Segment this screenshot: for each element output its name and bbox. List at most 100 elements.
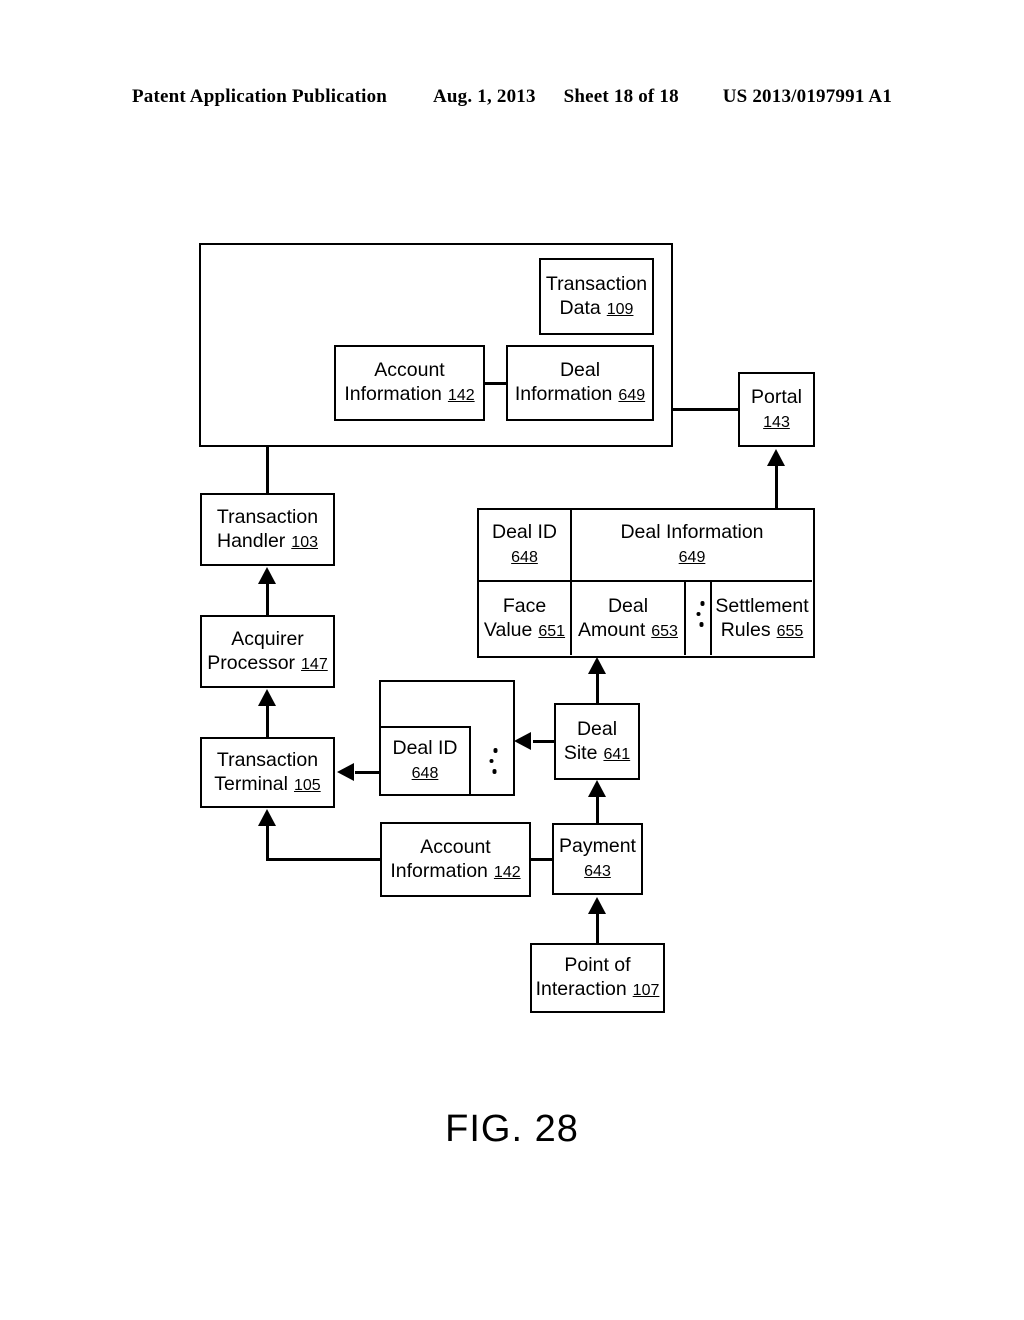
deal-information-top-box: Deal Information 649 bbox=[506, 345, 654, 421]
figure-caption: FIG. 28 bbox=[445, 1108, 579, 1150]
transaction-handler-line1: Transaction bbox=[216, 505, 319, 528]
transaction-data-line2-wrap: Data 109 bbox=[560, 297, 634, 321]
account-information-bottom-box: Account Information 142 bbox=[380, 822, 531, 897]
voucher-deal-id-line1: Deal ID bbox=[392, 737, 458, 760]
arrow-up-icon-acquirer-to-handler bbox=[258, 567, 276, 584]
deal-table-cell-face-value: Face Value 651 bbox=[479, 582, 572, 655]
deal-table-deal-information-ref-wrap: 649 bbox=[679, 545, 706, 569]
arrow-left-icon-deal-site-to-voucher bbox=[514, 732, 531, 750]
account-information-bottom-ref: 142 bbox=[493, 863, 521, 881]
deal-table-deal-id-ref: 648 bbox=[511, 549, 538, 566]
account-information-bottom-line1: Account bbox=[420, 835, 491, 858]
account-information-bottom-line2: Information bbox=[390, 859, 488, 882]
transaction-data-box: Transaction Data 109 bbox=[539, 258, 654, 335]
connector-account-bottom-to-terminal-vertical bbox=[266, 826, 269, 860]
acquirer-processor-line2: Processor bbox=[207, 651, 296, 674]
transaction-handler-ref: 103 bbox=[291, 533, 318, 551]
portal-box: Portal 143 bbox=[738, 372, 815, 447]
deal-table-settlement-rules-line2: Rules bbox=[720, 618, 771, 641]
acquirer-processor-box: Acquirer Processor 147 bbox=[200, 615, 335, 688]
deal-table-deal-information-line1: Deal Information bbox=[620, 521, 764, 544]
connector-acquirer-to-handler bbox=[266, 583, 269, 615]
deal-information-top-line1: Deal bbox=[559, 359, 601, 382]
acquirer-processor-ref: 147 bbox=[301, 655, 328, 673]
ellipsis-dot-1 bbox=[700, 601, 705, 606]
connector-account-bottom-to-payment bbox=[530, 858, 554, 861]
arrow-up-icon-payment-to-deal-site bbox=[588, 780, 606, 797]
point-of-interaction-line2: Interaction bbox=[535, 978, 627, 1000]
deal-site-line2-wrap: Site 641 bbox=[564, 742, 630, 766]
deal-site-ref: 641 bbox=[603, 745, 631, 763]
transaction-data-line2: Data bbox=[559, 296, 601, 319]
account-information-top-line2: Information bbox=[344, 383, 442, 405]
connector-voucher-to-terminal bbox=[355, 771, 381, 774]
payment-box: Payment 643 bbox=[552, 823, 643, 895]
deal-table-deal-id-ref-wrap: 648 bbox=[511, 545, 538, 569]
deal-information-top-line2: Information bbox=[514, 383, 613, 405]
arrow-up-icon-poi-to-payment bbox=[588, 897, 606, 914]
voucher-ellipsis-dot-3 bbox=[492, 769, 497, 774]
connector-warehouse-to-portal bbox=[671, 408, 740, 411]
deal-site-line1: Deal bbox=[576, 717, 618, 740]
connector-account-bottom-to-terminal-horizontal bbox=[266, 858, 382, 861]
deal-table-settlement-rules-line1: Settlement bbox=[715, 594, 809, 617]
deal-table-deal-amount-line1: Deal bbox=[607, 594, 649, 617]
transaction-data-ref: 109 bbox=[606, 300, 634, 318]
transaction-terminal-line2: Terminal bbox=[214, 772, 288, 795]
arrow-up-icon-account-bottom-to-terminal bbox=[258, 809, 276, 826]
portal-line1: Portal bbox=[751, 385, 802, 408]
vertical-ellipsis-icon-voucher bbox=[473, 745, 513, 777]
point-of-interaction-line1: Point of bbox=[564, 954, 631, 977]
account-information-bottom-line2-wrap: Information 142 bbox=[390, 860, 520, 884]
voucher-ellipsis-dot-1 bbox=[493, 748, 498, 753]
deal-site-line2: Site bbox=[563, 741, 598, 764]
ellipsis-dot-2 bbox=[696, 611, 701, 617]
transaction-handler-line2-wrap: Handler 103 bbox=[217, 530, 318, 554]
arrow-up-icon-to-portal bbox=[767, 449, 785, 466]
transaction-terminal-line2-wrap: Terminal 105 bbox=[214, 773, 320, 797]
account-information-top-ref: 142 bbox=[447, 387, 475, 404]
portal-ref: 143 bbox=[763, 413, 790, 431]
connector-payment-to-deal-site bbox=[596, 795, 599, 823]
transaction-terminal-ref: 105 bbox=[293, 776, 321, 794]
deal-table-deal-amount-line2-wrap: Amount 653 bbox=[578, 619, 678, 643]
ellipsis-dot-3 bbox=[699, 622, 704, 627]
acquirer-processor-line2-wrap: Processor 147 bbox=[207, 652, 327, 676]
payment-line1: Payment bbox=[559, 835, 636, 858]
portal-ref-wrap: 143 bbox=[763, 410, 790, 434]
deal-table-face-value-line2: Value bbox=[483, 618, 533, 641]
arrow-up-icon-deal-site-to-table bbox=[588, 657, 606, 674]
transaction-handler-line2: Handler bbox=[217, 529, 286, 552]
connector-deal-site-to-voucher bbox=[533, 740, 555, 743]
deal-table-deal-id-line1: Deal ID bbox=[491, 521, 558, 544]
arrow-left-icon-voucher-to-terminal bbox=[337, 763, 354, 781]
deal-table-cell-deal-information: Deal Information 649 bbox=[572, 510, 812, 582]
deal-table-face-value-line2-wrap: Value 651 bbox=[484, 619, 565, 643]
connector-warehouse-to-transaction-handler bbox=[266, 446, 269, 494]
transaction-terminal-box: Transaction Terminal 105 bbox=[200, 737, 335, 808]
account-information-top-box: Account Information 142 bbox=[334, 345, 485, 421]
deal-table-settlement-rules-ref: 655 bbox=[776, 622, 804, 640]
voucher-ellipsis-dot-2 bbox=[489, 758, 494, 764]
voucher-deal-id-box: Deal ID 648 bbox=[379, 726, 471, 796]
deal-table-deal-amount-ref: 653 bbox=[651, 622, 678, 640]
deal-site-box: Deal Site 641 bbox=[554, 703, 640, 780]
connector-terminal-to-acquirer bbox=[266, 705, 269, 737]
voucher-deal-id-ref-wrap: 648 bbox=[412, 761, 439, 785]
payment-ref: 643 bbox=[584, 863, 611, 880]
deal-table-cell-deal-amount: Deal Amount 653 bbox=[572, 582, 686, 655]
acquirer-processor-line1: Acquirer bbox=[231, 627, 304, 650]
deal-table-face-value-line1: Face bbox=[502, 594, 547, 617]
vertical-ellipsis-icon-deal-table bbox=[687, 598, 713, 630]
payment-ref-wrap: 643 bbox=[584, 859, 611, 883]
deal-table-cell-settlement-rules: Settlement Rules 655 bbox=[712, 582, 812, 655]
transaction-terminal-line1: Transaction bbox=[216, 748, 319, 771]
connector-account-to-deal-information bbox=[484, 382, 507, 385]
transaction-data-line1: Transaction bbox=[545, 272, 648, 295]
deal-table-settlement-rules-line2-wrap: Rules 655 bbox=[721, 619, 804, 643]
deal-table-deal-amount-line2: Amount bbox=[578, 618, 646, 641]
deal-information-table: Deal ID 648 Deal Information 649 Face Va… bbox=[477, 508, 815, 658]
connector-deal-site-to-deal-table bbox=[596, 672, 599, 703]
transaction-handler-box: Transaction Handler 103 bbox=[200, 493, 335, 566]
deal-information-top-line2-wrap: Information 649 bbox=[515, 383, 645, 407]
